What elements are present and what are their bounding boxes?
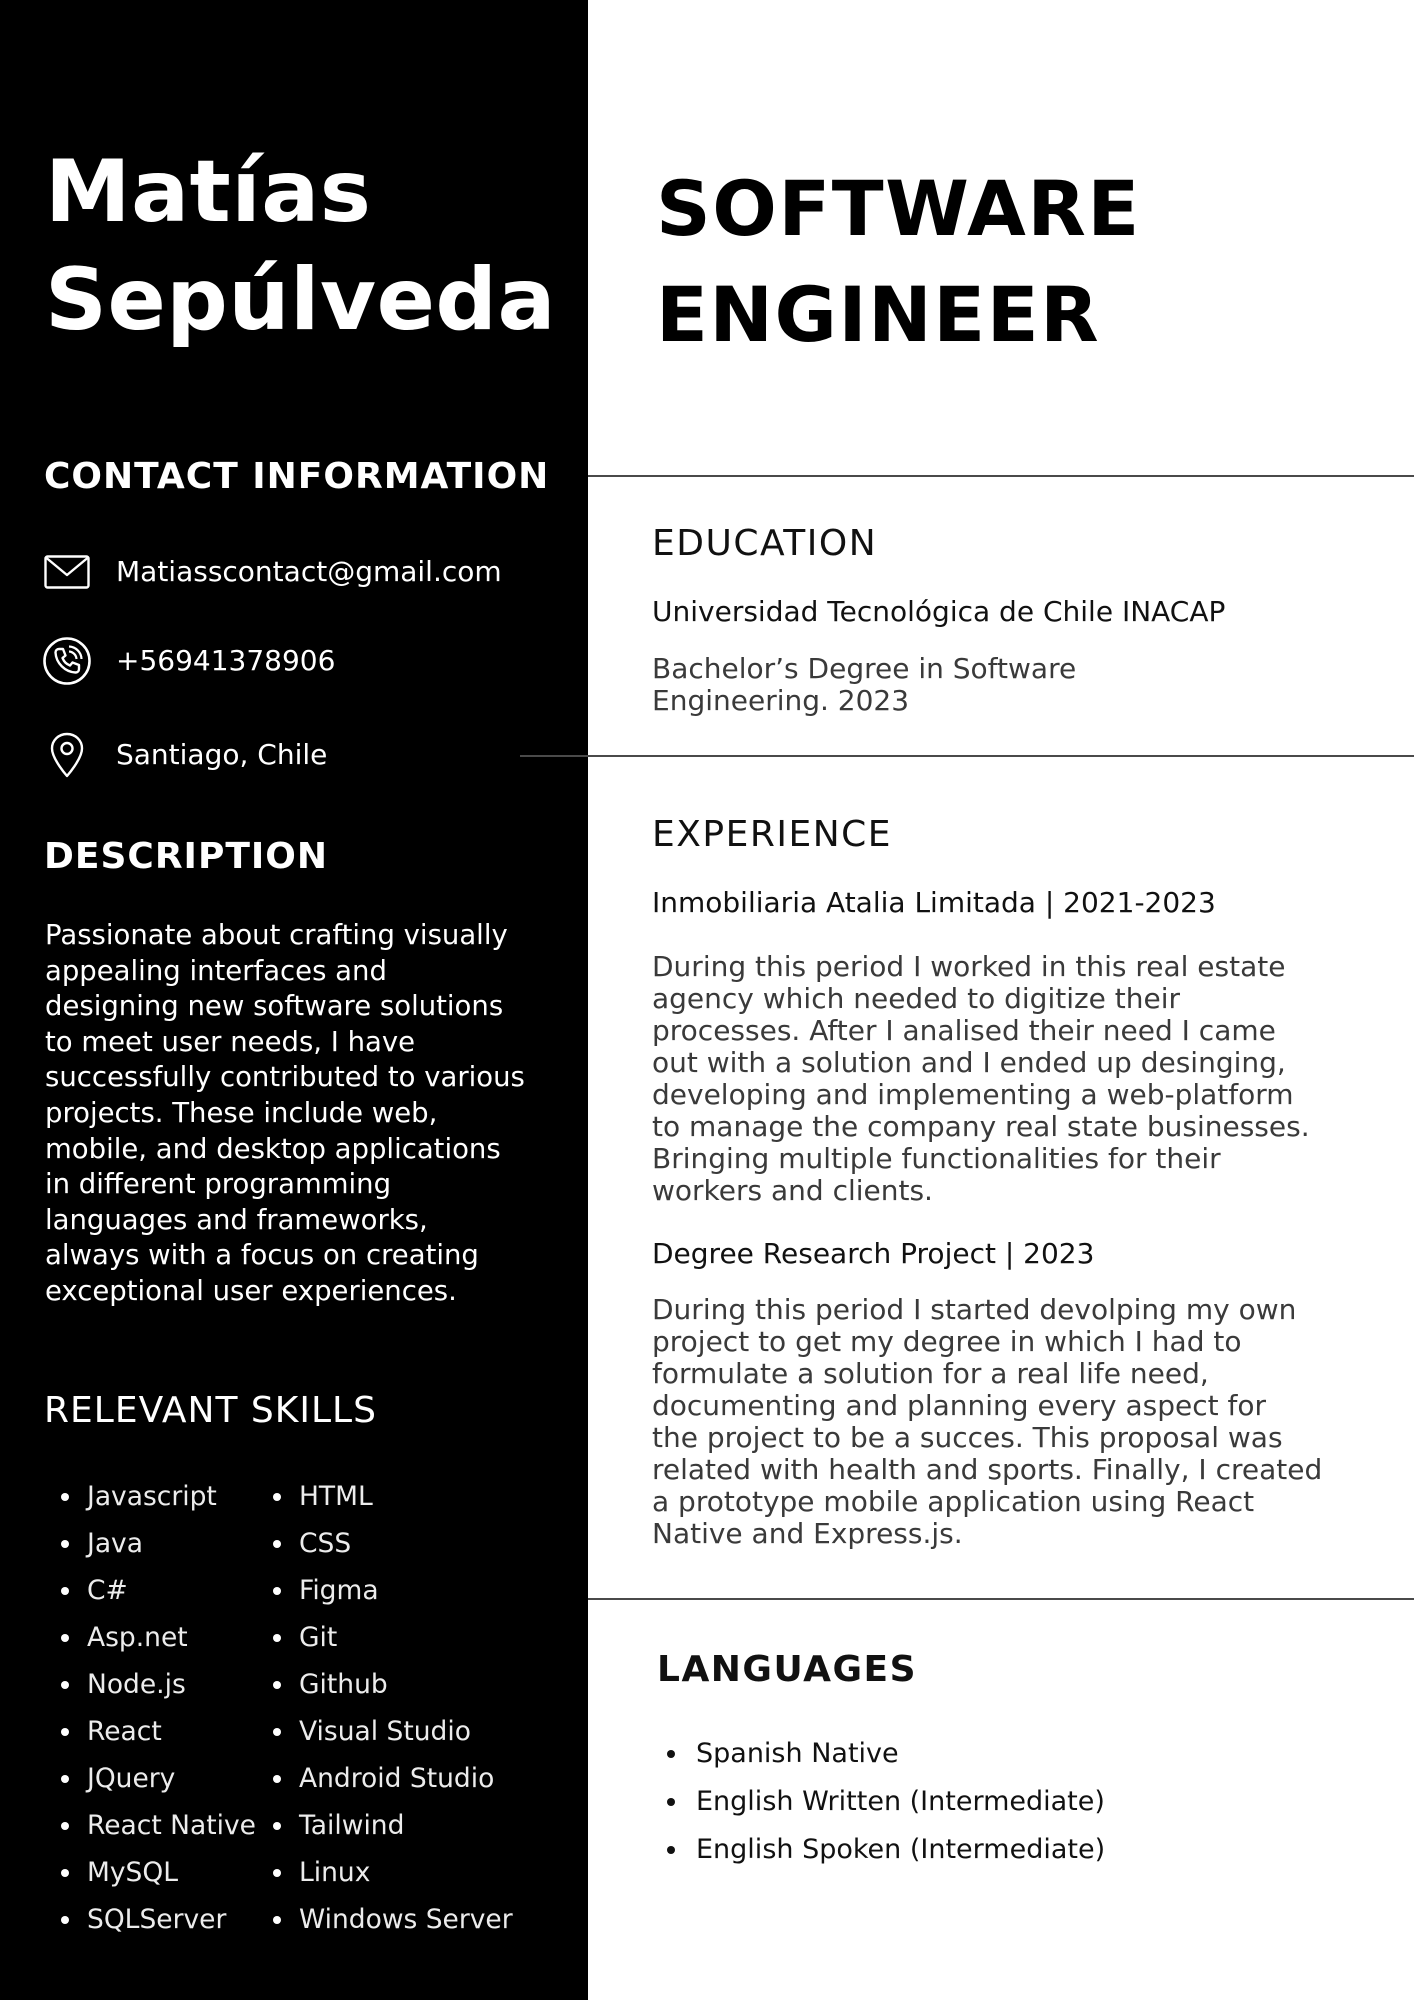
contact-phone[interactable]: +56941378906	[116, 644, 335, 678]
job-description-line: Bringing multiple functionalities for th…	[652, 1142, 1221, 1175]
skill-item: Linux	[257, 1849, 513, 1896]
skill-item: Tailwind	[257, 1802, 513, 1849]
job-description-line: the project to be a succes. This proposa…	[652, 1421, 1283, 1454]
contact-heading: CONTACT INFORMATION	[44, 456, 550, 497]
skill-item: JQuery	[45, 1755, 256, 1802]
section-divider	[588, 475, 1414, 477]
job-description-line: workers and clients.	[652, 1174, 933, 1207]
resume-page: Matías Sepúlveda CONTACT INFORMATION Mat…	[0, 0, 1414, 2000]
language-item: English Spoken (Intermediate)	[660, 1826, 1105, 1874]
languages-heading: LANGUAGES	[657, 1649, 918, 1690]
skill-item: Windows Server	[257, 1896, 513, 1943]
education-degree: Bachelor’s Degree in Software Engineerin…	[652, 653, 1076, 717]
contact-email-row: Matiasscontact@gmail.com	[42, 547, 502, 597]
job-description: During this period I worked in this real…	[652, 951, 1310, 1207]
education-degree-line: Bachelor’s Degree in Software	[652, 652, 1077, 685]
job-title-entry: Inmobiliaria Atalia Limitada | 2021-2023	[652, 886, 1216, 919]
section-divider	[588, 1598, 1414, 1600]
skill-item: Figma	[257, 1567, 513, 1614]
languages-list: Spanish Native English Written (Intermed…	[660, 1730, 1105, 1874]
skill-item: CSS	[257, 1520, 513, 1567]
envelope-icon	[42, 547, 92, 597]
job-description-line: formulate a solution for a real life nee…	[652, 1357, 1209, 1390]
skill-item: C#	[45, 1567, 256, 1614]
skill-item: Github	[257, 1661, 513, 1708]
job-description-line: to manage the company real state busines…	[652, 1110, 1310, 1143]
education-degree-line: Engineering. 2023	[652, 684, 910, 717]
skills-list-column-2: HTML CSS Figma Git Github Visual Studio …	[257, 1473, 513, 1943]
language-item: English Written (Intermediate)	[660, 1778, 1105, 1826]
job-description-line: processes. After I analised their need I…	[652, 1014, 1276, 1047]
skill-item: Git	[257, 1614, 513, 1661]
job-description-line: out with a solution and I ended up desin…	[652, 1046, 1286, 1079]
skill-item: Node.js	[45, 1661, 256, 1708]
contact-phone-row: +56941378906	[42, 636, 335, 686]
skill-item: Javascript	[45, 1473, 256, 1520]
description-text: Passionate about crafting visually appea…	[45, 919, 525, 1307]
job-title: SOFTWARE ENGINEER	[656, 156, 1141, 368]
job-title-line-2: ENGINEER	[656, 270, 1101, 359]
skill-item: SQLServer	[45, 1896, 256, 1943]
job-description-line: project to get my degree in which I had …	[652, 1325, 1242, 1358]
job-title-line-1: SOFTWARE	[656, 164, 1141, 253]
section-divider	[520, 755, 1414, 757]
job-description-line: developing and implementing a web-platfo…	[652, 1078, 1294, 1111]
job-title-entry: Degree Research Project | 2023	[652, 1237, 1095, 1270]
sidebar: Matías Sepúlveda CONTACT INFORMATION Mat…	[0, 0, 588, 2000]
candidate-name: Matías Sepúlveda	[45, 138, 556, 354]
map-pin-icon	[42, 730, 92, 780]
education-heading: EDUCATION	[652, 523, 878, 564]
job-description-line: documenting and planning every aspect fo…	[652, 1389, 1266, 1422]
skill-item: Java	[45, 1520, 256, 1567]
skill-item: HTML	[257, 1473, 513, 1520]
skill-item: React Native	[45, 1802, 256, 1849]
job-description-line: agency which needed to digitize their	[652, 982, 1181, 1015]
contact-location-row: Santiago, Chile	[42, 730, 327, 780]
first-name: Matías	[45, 142, 372, 242]
job-description-line: a prototype mobile application using Rea…	[652, 1485, 1255, 1518]
phone-icon	[42, 636, 92, 686]
job-description-line: Native and Express.js.	[652, 1517, 963, 1550]
job-description: During this period I started devolping m…	[652, 1294, 1322, 1550]
last-name: Sepúlveda	[45, 250, 557, 350]
contact-location: Santiago, Chile	[116, 738, 328, 771]
skill-item: Android Studio	[257, 1755, 513, 1802]
skill-item: React	[45, 1708, 256, 1755]
contact-email[interactable]: Matiasscontact@gmail.com	[116, 555, 502, 589]
education-institution: Universidad Tecnológica de Chile INACAP	[652, 595, 1226, 628]
skill-item: Visual Studio	[257, 1708, 513, 1755]
description-heading: DESCRIPTION	[44, 836, 329, 877]
job-description-line: related with health and sports. Finally,…	[652, 1453, 1323, 1486]
skills-list-column-1: Javascript Java C# Asp.net Node.js React…	[45, 1473, 256, 1943]
job-description-line: During this period I started devolping m…	[652, 1293, 1297, 1326]
language-item: Spanish Native	[660, 1730, 1105, 1778]
skill-item: Asp.net	[45, 1614, 256, 1661]
experience-heading: EXPERIENCE	[652, 814, 893, 855]
skills-heading: RELEVANT SKILLS	[44, 1390, 377, 1431]
skill-item: MySQL	[45, 1849, 256, 1896]
job-description-line: During this period I worked in this real…	[652, 950, 1286, 983]
